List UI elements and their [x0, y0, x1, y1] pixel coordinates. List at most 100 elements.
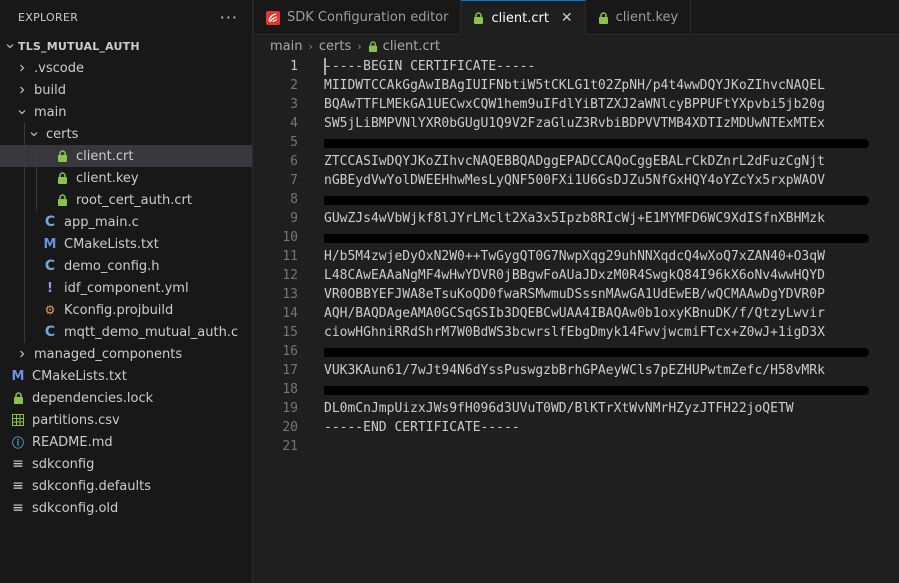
file-root-cert-auth-crt[interactable]: root_cert_auth.crt [0, 189, 252, 211]
chevron-right-icon[interactable] [14, 349, 30, 359]
breadcrumb-item[interactable]: certs [319, 39, 351, 54]
code-line[interactable]: GUwZJs4wVbWjkf8lJYrLMclt2Xa3x5Ipzb8RIcWj… [324, 209, 899, 228]
file-demo-config-h[interactable]: Cdemo_config.h [0, 255, 252, 277]
tab-client-key[interactable]: client.key [586, 0, 692, 35]
file-partitions-csv[interactable]: partitions.csv [0, 409, 252, 431]
code-line[interactable]: H/b5M4zwjeDyOxN2W0++TwGygQT0G7NwpXqg29uh… [324, 247, 899, 266]
line-number: 9 [290, 211, 298, 226]
file-sdkconfig-defaults[interactable]: ≡ sdkconfig.defaults [0, 475, 252, 497]
code-line[interactable]: BQAwTTFLMEkGA1UECwxCQW1hem9uIFdlYiBTZXJ2… [324, 95, 899, 114]
code-line[interactable]: SW5jLiBMPVNlYXR0bGUgU1Q9V2FzaGluZ3RvbiBD… [324, 114, 899, 133]
file-idf-component-yml[interactable]: ! idf_component.yml [0, 277, 252, 299]
code-line[interactable]: nGBEydVwYolDWEEHhwMesLyQNF500FXi1U6GsDJZ… [324, 171, 899, 190]
code-line-text: DL0mCnJmpUizxJWs9fH096d3UVuT0WD/BlKTrXtW… [324, 401, 794, 416]
file-root-cmakelists[interactable]: M CMakeLists.txt [0, 365, 252, 387]
settings-file-icon: ≡ [12, 456, 24, 472]
file-sdkconfig[interactable]: ≡ sdkconfig [0, 453, 252, 475]
tree-item-label: Kconfig.projbuild [64, 302, 174, 318]
chevron-down-icon[interactable] [2, 41, 18, 51]
file-client-crt[interactable]: client.crt [0, 145, 252, 167]
code-line-text: MIIDWTCCAkGgAwIBAgIUIFNbtiW5tCKLG1t02ZpN… [324, 78, 825, 93]
folder-main[interactable]: main [0, 101, 252, 123]
code-line[interactable]: ciowHGhniRRdShrM7W0BdWS3bcwrslfEbgDmyk14… [324, 323, 899, 342]
chevron-down-icon[interactable] [26, 129, 42, 139]
file-readme-md[interactable]: ⓘ README.md [0, 431, 252, 453]
redaction-bar [324, 386, 869, 395]
tab-label: client.key [615, 10, 679, 25]
file-kconfig-projbuild[interactable]: ⚙ Kconfig.projbuild [0, 299, 252, 321]
code-line[interactable] [324, 437, 899, 456]
cmake-icon: M [43, 236, 57, 252]
code-line[interactable] [324, 190, 899, 209]
table-icon [10, 414, 26, 426]
code-line[interactable]: -----END CERTIFICATE----- [324, 418, 899, 437]
file-main-cmakelists[interactable]: M CMakeLists.txt [0, 233, 252, 255]
tree-item-label: client.crt [76, 148, 134, 164]
code-line[interactable]: VUK3KAun61/7wJt94N6dYssPuswgzbBrhGPAeyWC… [324, 361, 899, 380]
c-file-icon: C [44, 214, 56, 230]
tree-item-label: partitions.csv [32, 412, 120, 428]
lock-icon [473, 12, 484, 24]
code-line-text: SW5jLiBMPVNlYXR0bGUgU1Q9V2FzaGluZ3RvbiBD… [324, 116, 825, 131]
code-line[interactable] [324, 228, 899, 247]
code-line[interactable]: AQH/BAQDAgeAMA0GCSqGSIb3DQEBCwUAA4IBAQAw… [324, 304, 899, 323]
code-line[interactable]: VR0OBBYEFJWA8eTsuKoQD0fwaRSMwmuDSssnMAwG… [324, 285, 899, 304]
code-line-text: H/b5M4zwjeDyOxN2W0++TwGygQT0G7NwpXqg29uh… [324, 249, 825, 264]
code-area[interactable]: -----BEGIN CERTIFICATE----- MIIDWTCCAkGgA… [324, 57, 899, 456]
redaction-bar [324, 234, 869, 243]
folder-managed-components[interactable]: managed_components [0, 343, 252, 365]
code-line[interactable]: DL0mCnJmpUizxJWs9fH096d3UVuT0WD/BlKTrXtW… [324, 399, 899, 418]
file-client-key[interactable]: client.key [0, 167, 252, 189]
indent-guide [24, 123, 25, 145]
tree-item-label: certs [46, 126, 79, 142]
code-line[interactable]: MIIDWTCCAkGgAwIBAgIUIFNbtiW5tCKLG1t02ZpN… [324, 76, 899, 95]
code-line-text: VR0OBBYEFJWA8eTsuKoQD0fwaRSMwmuDSssnMAwG… [324, 287, 825, 302]
code-line-text: BQAwTTFLMEkGA1UECwxCQW1hem9uIFdlYiBTZXJ2… [324, 97, 825, 112]
file-mqtt-demo-mutual-auth-c[interactable]: Cmqtt_demo_mutual_auth.c [0, 321, 252, 343]
code-line[interactable]: L48CAwEAAaNgMF4wHwYDVR0jBBgwFoAUaJDxzM0R… [324, 266, 899, 285]
indent-guide [24, 277, 25, 299]
lock-icon [54, 150, 70, 162]
indent-guide [24, 211, 25, 233]
indent-guide [24, 145, 25, 167]
lock-icon [54, 194, 70, 206]
breadcrumb: main › certs › client.crt [254, 35, 899, 57]
redaction-bar [324, 139, 869, 148]
indent-guide [24, 167, 25, 189]
folder-vscode[interactable]: .vscode [0, 57, 252, 79]
file-dependencies-lock[interactable]: dependencies.lock [0, 387, 252, 409]
code-line[interactable]: -----BEGIN CERTIFICATE----- [324, 57, 899, 76]
tree-item-label: mqtt_demo_mutual_auth.c [64, 324, 239, 340]
code-line[interactable] [324, 380, 899, 399]
code-line[interactable] [324, 342, 899, 361]
code-line[interactable]: ZTCCASIwDQYJKoZIhvcNAQEBBQADggEPADCCAQoC… [324, 152, 899, 171]
line-number: 17 [282, 363, 298, 378]
tree-item-label: main [34, 104, 67, 120]
folder-tls-mutual-auth[interactable]: TLS_MUTUAL_AUTH [0, 35, 252, 57]
tab-label: SDK Configuration editor [287, 10, 449, 25]
chevron-down-icon[interactable] [14, 107, 30, 117]
file-app-main-c[interactable]: Capp_main.c [0, 211, 252, 233]
line-number: 13 [282, 287, 298, 302]
line-number: 18 [282, 382, 298, 397]
chevron-right-icon[interactable] [14, 63, 30, 73]
yaml-icon: ! [47, 280, 53, 296]
espressif-icon [266, 10, 280, 25]
tree-item-label: .vscode [34, 60, 84, 76]
breadcrumb-item[interactable]: main [270, 39, 302, 54]
code-editor[interactable]: 1 2 3 4 5 6 7 8 9 10 11 12 13 14 15 16 17 18 19 20 21 -----B… [254, 57, 899, 583]
tab-client-crt[interactable]: client.crt ✕ [461, 0, 586, 36]
folder-certs[interactable]: certs [0, 123, 252, 145]
breadcrumb-item[interactable]: client.crt [383, 39, 440, 54]
code-line[interactable] [324, 133, 899, 152]
line-number: 19 [282, 401, 298, 416]
folder-build[interactable]: build [0, 79, 252, 101]
chevron-right-icon: › [357, 39, 362, 53]
more-actions-icon[interactable]: ··· [220, 9, 238, 26]
lock-icon [598, 11, 609, 24]
tab-sdk-configuration-editor[interactable]: SDK Configuration editor [254, 0, 462, 35]
tab-label: client.crt [491, 10, 549, 26]
chevron-right-icon[interactable] [14, 85, 30, 95]
file-sdkconfig-old[interactable]: ≡ sdkconfig.old [0, 497, 252, 519]
close-icon[interactable]: ✕ [561, 10, 573, 26]
